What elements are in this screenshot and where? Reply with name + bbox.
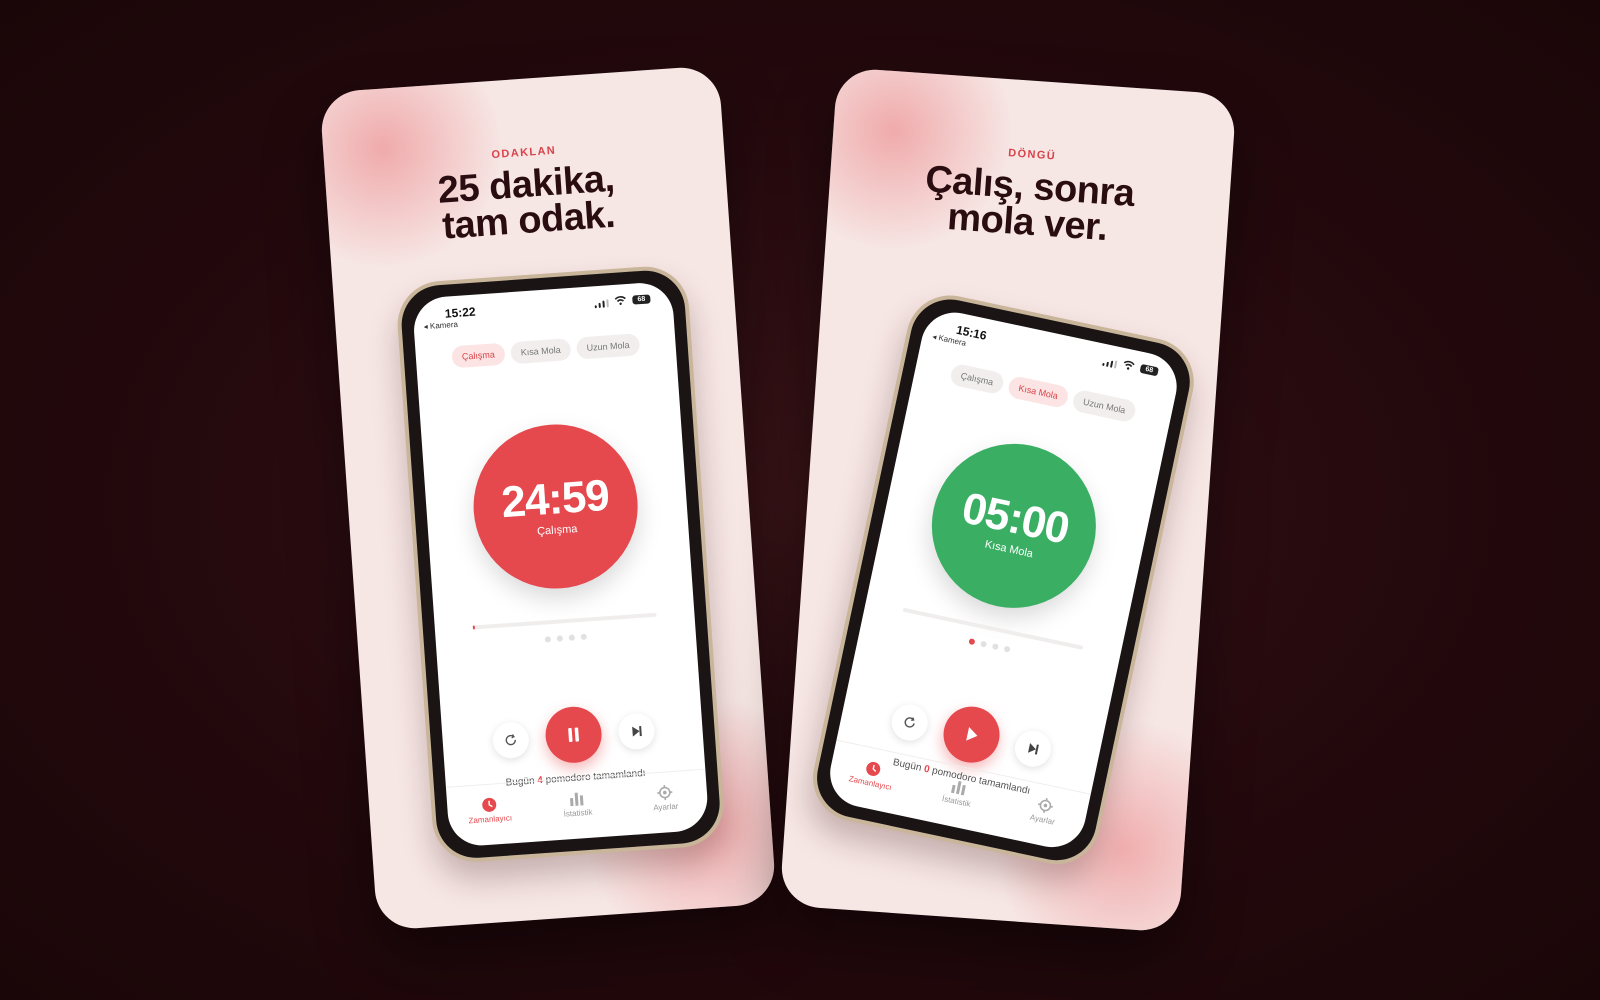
skip-button[interactable] xyxy=(617,712,656,751)
tab-long-break[interactable]: Uzun Mola xyxy=(575,333,641,360)
phone-mockup: 15:22 ◂ Kamera 68 Çalışma Kısa Mola Uzun… xyxy=(394,263,727,865)
phone-screen: 15:22 ◂ Kamera 68 Çalışma Kısa Mola Uzun… xyxy=(411,280,710,848)
timer-value: 05:00 xyxy=(957,483,1074,554)
tab-work[interactable]: Çalışma xyxy=(451,342,506,369)
promo-card-cycle: DÖNGÜ Çalış, sonra mola ver. 15:16 ◂ Kam… xyxy=(779,67,1237,933)
session-dot xyxy=(991,643,999,651)
skip-icon xyxy=(632,726,642,737)
mode-tabs: Çalışma Kısa Mola Uzun Mola xyxy=(415,331,676,371)
reset-icon xyxy=(505,734,516,746)
gear-icon xyxy=(657,785,673,801)
session-dots xyxy=(436,626,696,650)
tabbar-item-settings[interactable]: Ayarlar xyxy=(1002,787,1086,832)
timer-mode-label: Çalışma xyxy=(536,523,578,538)
session-dot xyxy=(544,636,552,643)
bar-chart-icon xyxy=(569,792,584,807)
timer-circle: 24:59 Çalışma xyxy=(468,418,644,595)
tab-short-break[interactable]: Kısa Mola xyxy=(1006,375,1070,410)
session-dot xyxy=(568,634,576,641)
battery-icon: 68 xyxy=(632,294,651,305)
tabbar-item-settings[interactable]: Ayarlar xyxy=(624,780,706,815)
tabbar-label: İstatistik xyxy=(563,807,593,819)
back-to-camera-link[interactable]: ◂ Kamera xyxy=(423,320,458,331)
session-dot-active xyxy=(968,638,976,646)
reset-button[interactable] xyxy=(491,720,531,760)
timer-controls xyxy=(441,698,705,776)
session-dot xyxy=(556,635,564,642)
pause-button[interactable] xyxy=(543,704,604,765)
tab-long-break[interactable]: Uzun Mola xyxy=(1071,388,1138,424)
reset-icon xyxy=(904,717,915,728)
session-dot xyxy=(1003,645,1011,653)
timer-circle: 05:00 Kısa Mola xyxy=(916,428,1112,624)
tabbar-item-stats[interactable]: İstatistik xyxy=(536,786,618,821)
session-dot xyxy=(980,640,988,648)
signal-icon xyxy=(594,299,609,309)
status-bar: 15:22 ◂ Kamera 68 xyxy=(412,291,673,335)
progress-bar xyxy=(472,612,657,630)
tabbar-item-timer[interactable]: Zamanlayıcı xyxy=(830,751,914,796)
play-button[interactable] xyxy=(938,701,1005,768)
status-time: 15:22 xyxy=(444,304,477,321)
wifi-icon xyxy=(1121,359,1135,374)
tabbar-label: Zamanlayıcı xyxy=(468,813,513,826)
battery-icon: 68 xyxy=(1139,363,1159,377)
tabbar-item-stats[interactable]: İstatistik xyxy=(916,769,1000,814)
promo-card-focus: ODAKLAN 25 dakika, tam odak. 15:22 ◂ Kam… xyxy=(319,65,777,931)
reset-button[interactable] xyxy=(888,701,932,744)
timer-icon xyxy=(482,797,497,812)
tab-work[interactable]: Çalışma xyxy=(948,362,1006,396)
signal-icon xyxy=(1102,358,1118,369)
tab-short-break[interactable]: Kısa Mola xyxy=(510,338,572,365)
progress-fill xyxy=(472,625,475,630)
timer-value: 24:59 xyxy=(499,470,611,528)
play-icon xyxy=(966,726,978,741)
progress-fill xyxy=(902,607,904,612)
tabbar-item-timer[interactable]: Zamanlayıcı xyxy=(449,792,531,827)
wifi-icon xyxy=(614,295,627,309)
tabbar-label: Ayarlar xyxy=(652,801,679,813)
pause-icon xyxy=(568,727,579,743)
skip-button[interactable] xyxy=(1011,727,1055,771)
session-dot xyxy=(580,633,587,641)
skip-icon xyxy=(1028,742,1039,755)
